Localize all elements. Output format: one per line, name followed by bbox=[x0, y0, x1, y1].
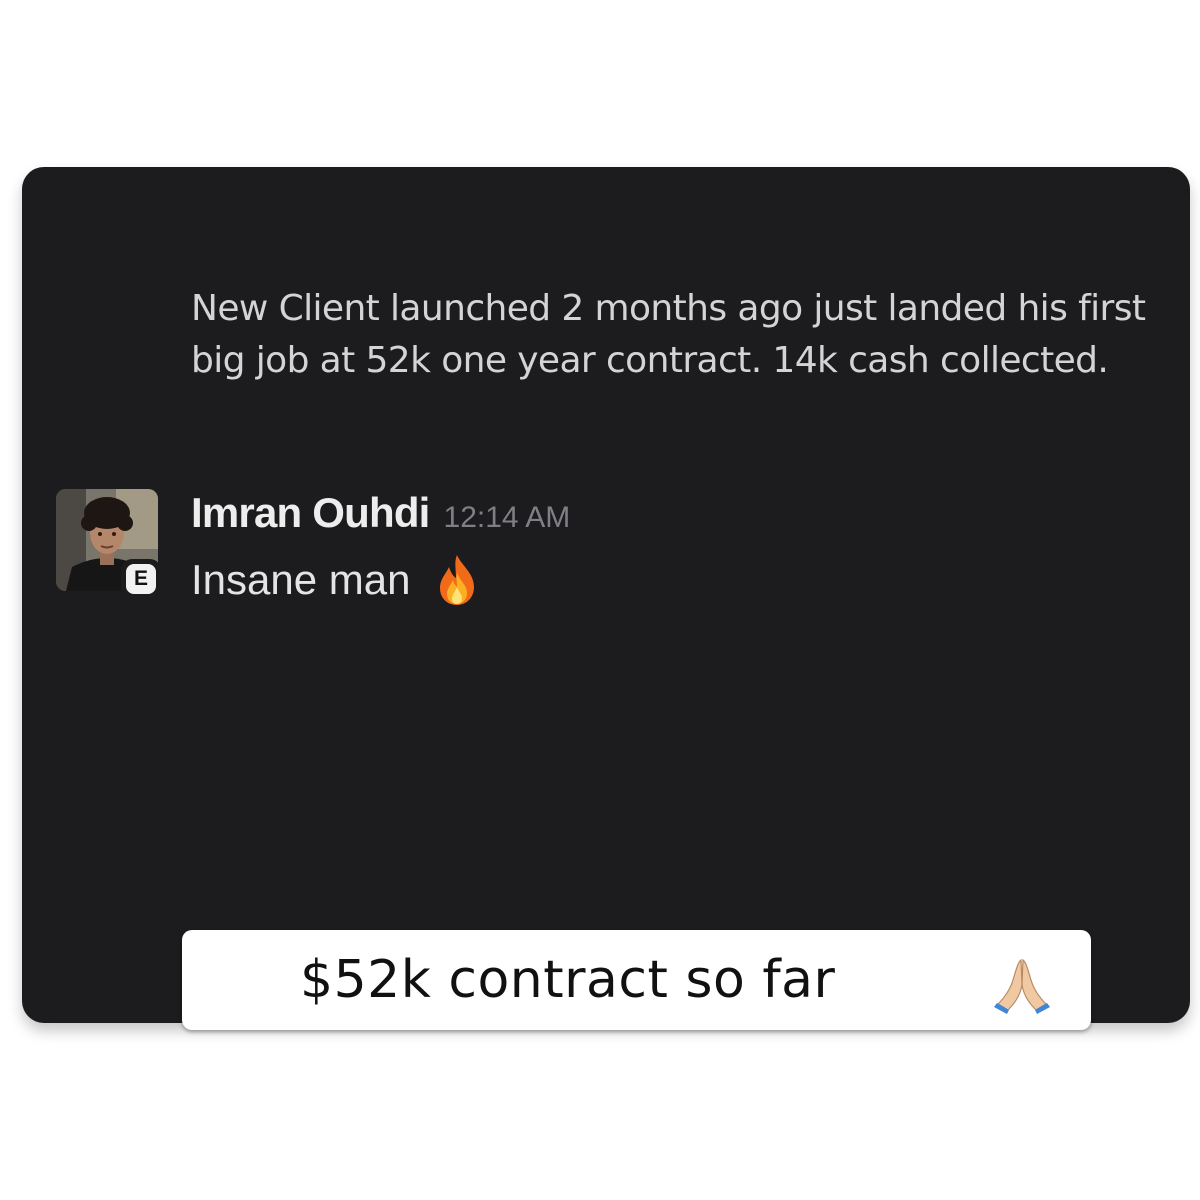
message-timestamp[interactable]: 12:14 AM bbox=[444, 501, 571, 535]
workspace-badge: E bbox=[121, 559, 161, 599]
badge-letter: E bbox=[126, 564, 156, 594]
chat-card: New Client launched 2 months ago just la… bbox=[22, 167, 1190, 1030]
author-name[interactable]: Imran Ouhdi bbox=[191, 489, 430, 537]
reply-message: Insane man bbox=[191, 553, 480, 607]
previous-message-text: New Client launched 2 months ago just la… bbox=[191, 288, 1146, 381]
message-header: Imran Ouhdi 12:14 AM bbox=[191, 489, 570, 545]
reply-text: Insane man bbox=[191, 556, 411, 603]
caption-banner: $52k contract so far bbox=[182, 930, 1091, 1030]
caption-text: $52k contract so far bbox=[300, 950, 836, 1010]
fire-icon bbox=[440, 555, 475, 605]
praying-hands-icon bbox=[994, 958, 1050, 1014]
